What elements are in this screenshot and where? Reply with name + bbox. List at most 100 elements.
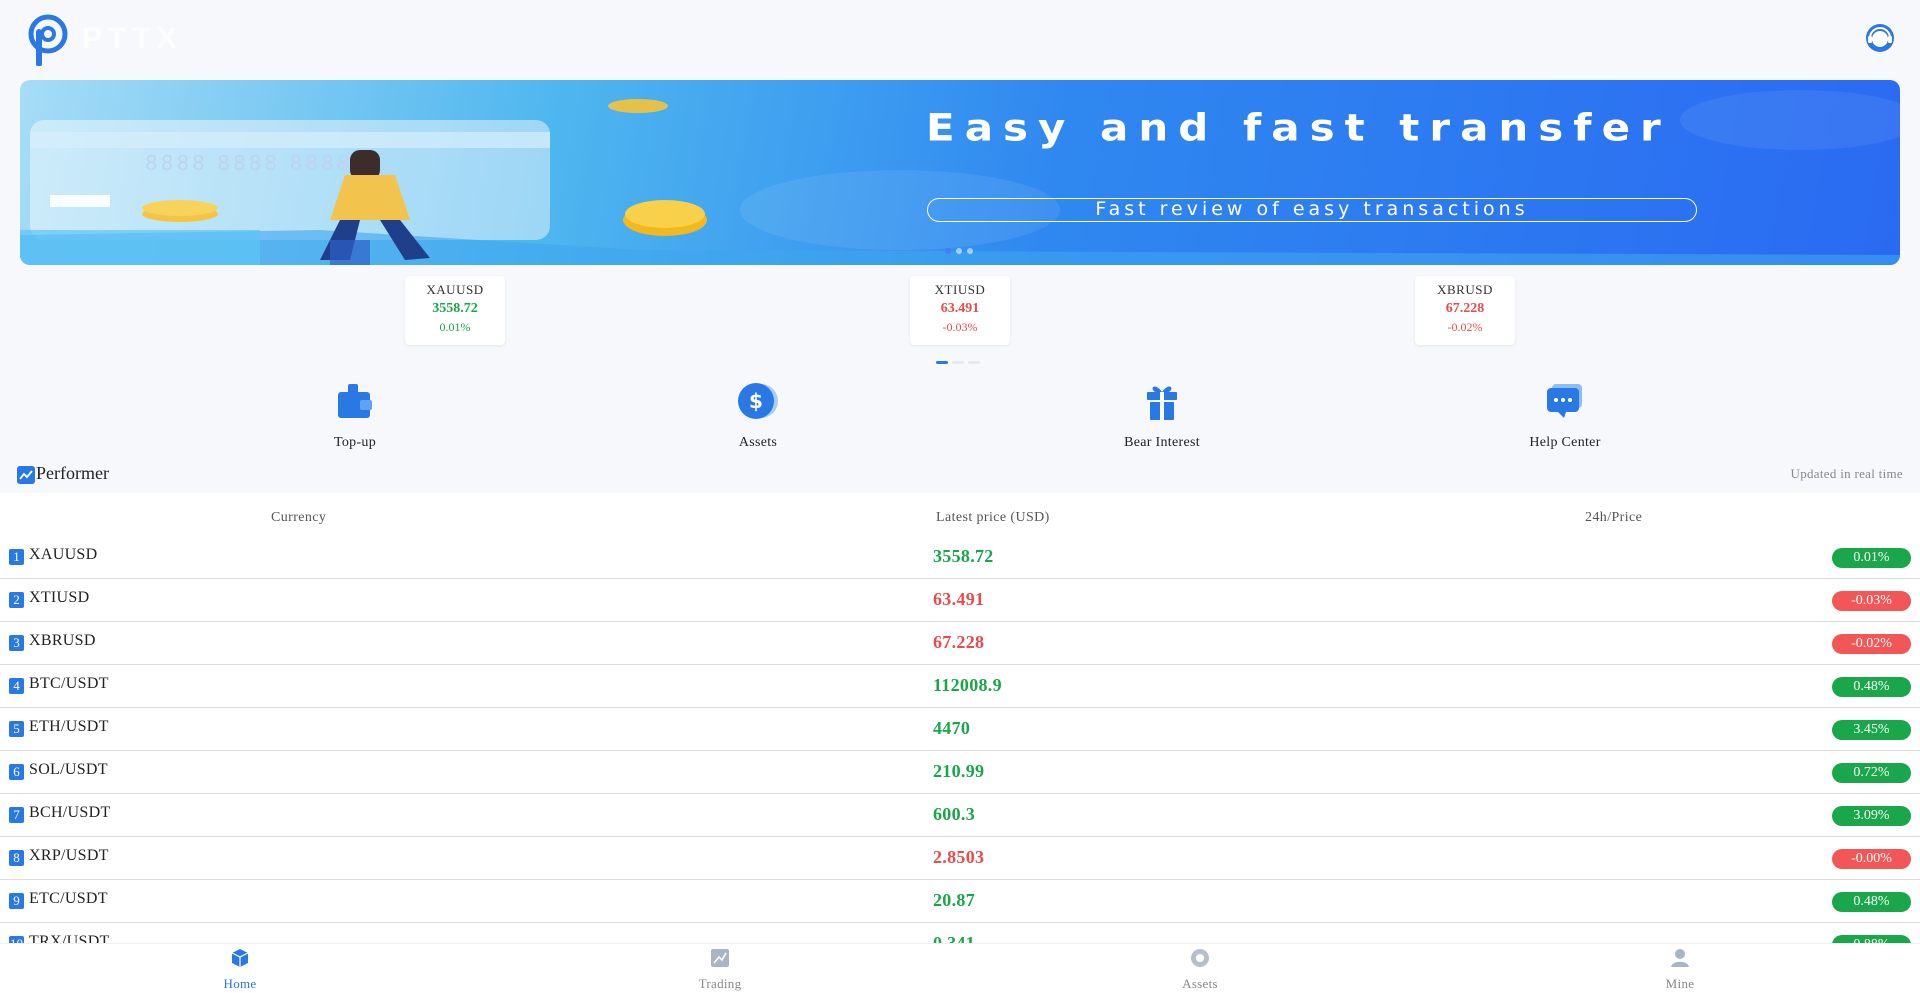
- change-badge: 0.48%: [1832, 892, 1911, 912]
- banner-dot[interactable]: [956, 248, 962, 254]
- latest-price: 20.87: [933, 890, 975, 911]
- user-icon: [1670, 948, 1690, 968]
- rank-badge: 5: [9, 721, 24, 737]
- latest-price: 2.8503: [933, 847, 984, 868]
- trend-icon: [17, 466, 35, 484]
- table-row[interactable]: 9ETC/USDT20.870.48%: [0, 880, 1920, 923]
- nav-label: Trading: [660, 976, 780, 992]
- table-row[interactable]: 3 XBRUSD 67.228 -0.02%: [0, 622, 1920, 665]
- table-row[interactable]: 5 ETH/USDT 4470 3.45%: [0, 708, 1920, 751]
- ticker-dot[interactable]: [952, 361, 964, 364]
- table-row[interactable]: 7BCH/USDT600.33.09%: [0, 794, 1920, 837]
- rank-badge: 10: [9, 936, 24, 943]
- market-table: Currency Latest price (USD) 24h/Price 1X…: [0, 493, 1920, 943]
- nav-mine[interactable]: Mine: [1620, 948, 1740, 992]
- latest-price: 4470: [933, 718, 970, 739]
- change-badge: -0.02%: [1832, 634, 1911, 654]
- ticker-change: -0.03%: [910, 320, 1010, 335]
- ticker-card[interactable]: XAUUSD 3558.72 0.01%: [405, 276, 505, 345]
- latest-price: 3558.72: [933, 546, 994, 567]
- headset-icon[interactable]: [1864, 22, 1896, 54]
- currency-name: SOL/USDT: [29, 761, 108, 779]
- table-row[interactable]: 4BTC/USDT112008.90.48%: [0, 665, 1920, 708]
- currency-name: ETC/USDT: [29, 890, 108, 908]
- currency-name: XTIUSD: [29, 589, 89, 607]
- action-bear-interest[interactable]: Bear Interest: [1082, 380, 1242, 451]
- action-top-up[interactable]: Top-up: [275, 380, 435, 451]
- ticker-change: 0.01%: [405, 320, 505, 335]
- logo-icon[interactable]: [28, 14, 72, 66]
- action-assets[interactable]: $ Assets: [678, 380, 838, 451]
- ticker-price: 63.491: [910, 301, 1010, 317]
- currency-name: ETH/USDT: [29, 718, 109, 736]
- app-header: PTTX: [0, 0, 1920, 78]
- change-badge: 0.01%: [1832, 548, 1911, 568]
- currency-name: XRP/USDT: [29, 847, 109, 865]
- latest-price: 67.228: [933, 632, 984, 653]
- change-badge: -0.03%: [1832, 591, 1911, 611]
- action-label: Help Center: [1485, 435, 1645, 451]
- ticker-price: 67.228: [1415, 301, 1515, 317]
- banner-dot[interactable]: [967, 248, 973, 254]
- currency-name: TRX/USDT: [29, 933, 110, 943]
- table-row[interactable]: 8XRP/USDT2.8503-0.00%: [0, 837, 1920, 880]
- cube-icon: [230, 948, 250, 968]
- svg-text:$: $: [749, 389, 763, 413]
- banner-subtitle: Fast review of easy transactions: [927, 198, 1697, 222]
- table-row[interactable]: 2 XTIUSD 63.491 -0.03%: [0, 579, 1920, 622]
- performer-header: Performer Updated in real time: [0, 460, 1920, 492]
- nav-label: Assets: [1140, 976, 1260, 992]
- rank-badge: 7: [9, 807, 24, 823]
- rank-badge: 4: [9, 678, 24, 694]
- rank-badge: 6: [9, 764, 24, 780]
- svg-text:8888 8888 8888: 8888 8888 8888: [145, 151, 352, 175]
- latest-price: 0.341: [933, 933, 975, 943]
- nav-trading[interactable]: Trading: [660, 948, 780, 992]
- wallet-icon: [334, 380, 376, 422]
- rank-badge: 8: [9, 850, 24, 866]
- ticker-card[interactable]: XTIUSD 63.491 -0.03%: [910, 276, 1010, 345]
- nav-home[interactable]: Home: [180, 948, 300, 992]
- coin-icon: [1190, 948, 1210, 968]
- ticker-pagination: [936, 361, 980, 364]
- banner-title: Easy and fast transfer: [926, 110, 1826, 146]
- action-label: Bear Interest: [1082, 435, 1242, 451]
- currency-name: XAUUSD: [29, 546, 97, 564]
- latest-price: 210.99: [933, 761, 984, 782]
- currency-name: BTC/USDT: [29, 675, 109, 693]
- promo-banner[interactable]: 8888 8888 8888 Easy and fast transfer Fa…: [20, 80, 1900, 265]
- chat-bubble-icon: [1544, 380, 1586, 422]
- dollar-coin-icon: $: [737, 380, 779, 422]
- table-row[interactable]: 1XAUUSD3558.720.01%: [0, 536, 1920, 579]
- action-label: Top-up: [275, 435, 435, 451]
- ticker-change: -0.02%: [1415, 320, 1515, 335]
- bottom-nav: Home Trading Assets Mine: [0, 943, 1920, 993]
- change-badge: 0.72%: [1832, 763, 1911, 783]
- rank-badge: 2: [9, 592, 24, 608]
- gift-icon: [1141, 380, 1183, 422]
- currency-name: XBRUSD: [29, 632, 96, 650]
- nav-label: Home: [180, 976, 300, 992]
- nav-assets[interactable]: Assets: [1140, 948, 1260, 992]
- table-row[interactable]: 6 SOL/USDT 210.99 0.72%: [0, 751, 1920, 794]
- ticker-card[interactable]: XBRUSD 67.228 -0.02%: [1415, 276, 1515, 345]
- action-help-center[interactable]: Help Center: [1485, 380, 1645, 451]
- ticker-dot[interactable]: [968, 361, 980, 364]
- change-badge: 3.45%: [1832, 720, 1911, 740]
- ticker-dot[interactable]: [936, 361, 948, 364]
- logo-text: PTTX: [82, 22, 183, 56]
- table-row[interactable]: 10 TRX/USDT 0.341 0.88%: [0, 923, 1920, 943]
- table-header: Currency Latest price (USD) 24h/Price: [0, 493, 1920, 538]
- performer-title: Performer: [36, 463, 109, 484]
- ticker-price: 3558.72: [405, 301, 505, 317]
- updated-label: Updated in real time: [1791, 466, 1904, 482]
- change-badge: 0.88%: [1832, 935, 1911, 943]
- latest-price: 63.491: [933, 589, 984, 610]
- ticker-symbol: XAUUSD: [405, 282, 505, 298]
- action-label: Assets: [678, 435, 838, 451]
- banner-dot[interactable]: [945, 248, 951, 254]
- ticker-symbol: XBRUSD: [1415, 282, 1515, 298]
- rank-badge: 3: [9, 635, 24, 651]
- latest-price: 600.3: [933, 804, 975, 825]
- column-latest-price: Latest price (USD): [936, 510, 1050, 526]
